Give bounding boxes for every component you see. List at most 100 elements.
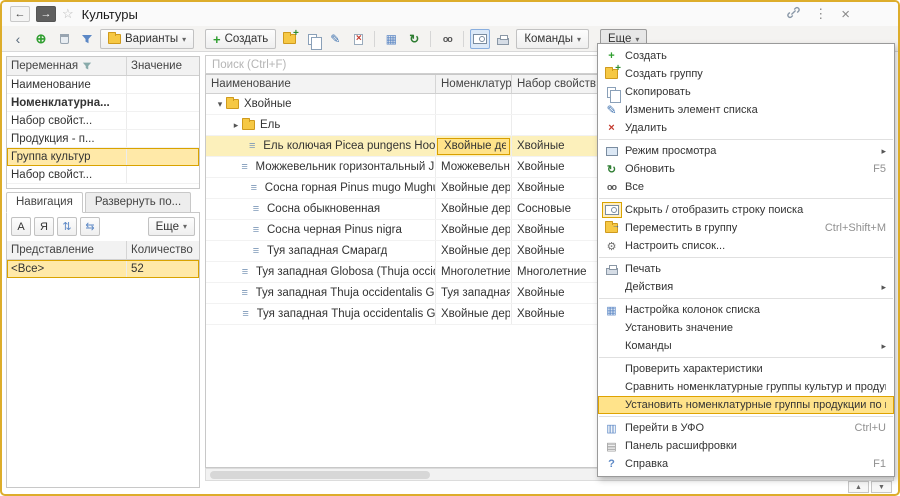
menu-item-create-group[interactable]: Создать группу xyxy=(598,65,894,83)
column-header[interactable]: Переменная xyxy=(7,57,127,75)
parameter-row[interactable]: Номенклатурна... xyxy=(7,94,199,112)
columns-icon: ▦ xyxy=(603,304,620,317)
scroll-to-top-button[interactable]: ▲ xyxy=(848,481,869,493)
titlebar: ← → ☆ Культуры ⋮ × xyxy=(2,2,898,26)
menu-item-goto-ufo[interactable]: ▥Перейти в УФОCtrl+U xyxy=(598,419,894,437)
letter-a-button[interactable]: А xyxy=(11,217,31,236)
collapse-left-icon[interactable]: ‹ xyxy=(8,29,28,49)
jump-buttons: ▲ ▼ xyxy=(848,481,892,493)
parameter-row-selected[interactable]: Группа культур xyxy=(7,148,199,166)
menu-item-configure-list[interactable]: ⚙Настроить список... xyxy=(598,237,894,255)
menu-item-commands[interactable]: Команды▸ xyxy=(598,337,894,355)
shortcut-label: Ctrl+U xyxy=(855,422,886,434)
menu-separator xyxy=(599,357,893,358)
folder-icon xyxy=(226,99,239,109)
column-header[interactable]: Значение xyxy=(127,57,199,75)
column-header[interactable]: Набор свойств ... xyxy=(512,75,598,93)
commands-button[interactable]: Команды ▾ xyxy=(516,29,589,49)
menu-separator xyxy=(599,198,893,199)
sort-icon[interactable]: ⇅ xyxy=(57,217,77,236)
scrollbar-thumb[interactable] xyxy=(210,471,430,479)
folder-icon xyxy=(242,120,255,130)
expand-icon[interactable]: ⇆ xyxy=(80,217,100,236)
edit-pencil-icon[interactable]: ✎ xyxy=(325,29,345,49)
kebab-menu-icon[interactable]: ⋮ xyxy=(814,6,827,22)
scroll-to-bottom-button[interactable]: ▼ xyxy=(871,481,892,493)
commands-label: Команды xyxy=(524,33,573,45)
menu-item-edit[interactable]: ✎Изменить элемент списка xyxy=(598,101,894,119)
pencil-icon: ✎ xyxy=(603,103,620,117)
back-button[interactable]: ← xyxy=(10,6,30,22)
parameter-row[interactable]: Набор свойст... xyxy=(7,112,199,130)
menu-item-set-value[interactable]: Установить значение xyxy=(598,319,894,337)
menu-item-create[interactable]: +Создать xyxy=(598,47,894,65)
menu-item-view-mode[interactable]: Режим просмотра▸ xyxy=(598,142,894,160)
view-mode-icon xyxy=(603,147,620,156)
help-icon: ? xyxy=(603,458,620,470)
letter-ya-button[interactable]: Я xyxy=(34,217,54,236)
menu-item-compare-groups[interactable]: Сравнить номенклатурные группы культур и… xyxy=(598,378,894,396)
refresh-icon: ↻ xyxy=(603,163,620,176)
create-group-icon[interactable] xyxy=(279,29,299,49)
close-icon[interactable]: × xyxy=(841,6,850,23)
column-header[interactable]: Наименование xyxy=(206,75,436,93)
item-icon: ≡ xyxy=(250,245,262,257)
search-bar-icon xyxy=(603,202,620,218)
toolbar-separator xyxy=(463,31,464,47)
add-setting-icon[interactable]: ⊕ xyxy=(31,29,51,49)
menu-item-set-product-groups[interactable]: Установить номенклатурные группы продукц… xyxy=(598,396,894,414)
app-window: ← → ☆ Культуры ⋮ × ‹ ⊕ Варианты ▾ xyxy=(0,0,900,496)
chevron-down-icon: ▾ xyxy=(183,222,187,231)
menu-item-check-characteristics[interactable]: Проверить характеристики xyxy=(598,360,894,378)
menu-item-all[interactable]: ооВсе xyxy=(598,178,894,196)
printer-icon xyxy=(603,264,620,275)
copy-icon[interactable] xyxy=(302,29,322,49)
search-bar-toggle-icon[interactable] xyxy=(470,29,490,49)
expand-arrow-icon[interactable]: ▾ xyxy=(214,99,226,110)
trash-icon[interactable] xyxy=(54,29,74,49)
submenu-arrow-icon: ▸ xyxy=(881,146,886,157)
menu-item-print[interactable]: Печать xyxy=(598,260,894,278)
copy-icon xyxy=(603,87,620,98)
menu-item-actions[interactable]: Действия▸ xyxy=(598,278,894,296)
menu-item-move-to-group[interactable]: Переместить в группуCtrl+Shift+M xyxy=(598,219,894,237)
all-icon: оо xyxy=(603,182,620,192)
menu-item-refresh[interactable]: ↻ОбновитьF5 xyxy=(598,160,894,178)
parameter-row[interactable]: Продукция - п... xyxy=(7,130,199,148)
nav-more-button[interactable]: Еще ▾ xyxy=(148,217,195,236)
menu-item-help[interactable]: ?СправкаF1 xyxy=(598,455,894,473)
gear-icon: ⚙ xyxy=(603,240,620,253)
link-icon[interactable] xyxy=(787,6,800,22)
tab-navigation[interactable]: Навигация xyxy=(6,192,83,213)
show-all-icon[interactable]: оо xyxy=(437,29,457,49)
refresh-icon[interactable]: ↻ xyxy=(404,29,424,49)
submenu-arrow-icon: ▸ xyxy=(881,341,886,352)
menu-item-decryption-panel[interactable]: ▤Панель расшифровки xyxy=(598,437,894,455)
favorite-star-icon[interactable]: ☆ xyxy=(62,6,74,22)
delete-icon[interactable] xyxy=(348,29,368,49)
filter-funnel-icon xyxy=(82,61,92,71)
item-icon: ≡ xyxy=(239,161,251,173)
selected-cell[interactable]: Хвойные дерев... xyxy=(437,138,510,155)
parameter-row[interactable]: Набор свойст... xyxy=(7,166,199,184)
parameters-panel: Переменная Значение Наименование Номенкл… xyxy=(6,56,200,189)
filter-funnel-icon[interactable] xyxy=(77,29,97,49)
chevron-down-icon: ▾ xyxy=(577,35,581,44)
column-header[interactable]: Номенклатурна... xyxy=(436,75,512,93)
menu-item-configure-columns[interactable]: ▦Настройка колонок списка xyxy=(598,301,894,319)
forward-button[interactable]: → xyxy=(36,6,56,22)
list-view-icon[interactable]: ▦ xyxy=(381,29,401,49)
tab-expand-by[interactable]: Развернуть по... xyxy=(85,192,191,213)
column-header[interactable]: Количество xyxy=(127,241,199,259)
menu-item-copy[interactable]: Скопировать xyxy=(598,83,894,101)
menu-item-delete[interactable]: ×Удалить xyxy=(598,119,894,137)
printer-icon[interactable] xyxy=(493,29,513,49)
chevron-down-icon: ▾ xyxy=(182,35,186,44)
variants-button[interactable]: Варианты ▾ xyxy=(100,29,194,49)
create-button[interactable]: + Создать xyxy=(205,29,276,49)
parameter-row[interactable]: Наименование xyxy=(7,76,199,94)
navigation-row-selected[interactable]: <Все> 52 xyxy=(7,260,199,278)
menu-item-toggle-search-bar[interactable]: Скрыть / отобразить строку поиска xyxy=(598,201,894,219)
expand-arrow-icon[interactable]: ▸ xyxy=(230,120,242,131)
column-header[interactable]: Представление xyxy=(7,241,127,259)
